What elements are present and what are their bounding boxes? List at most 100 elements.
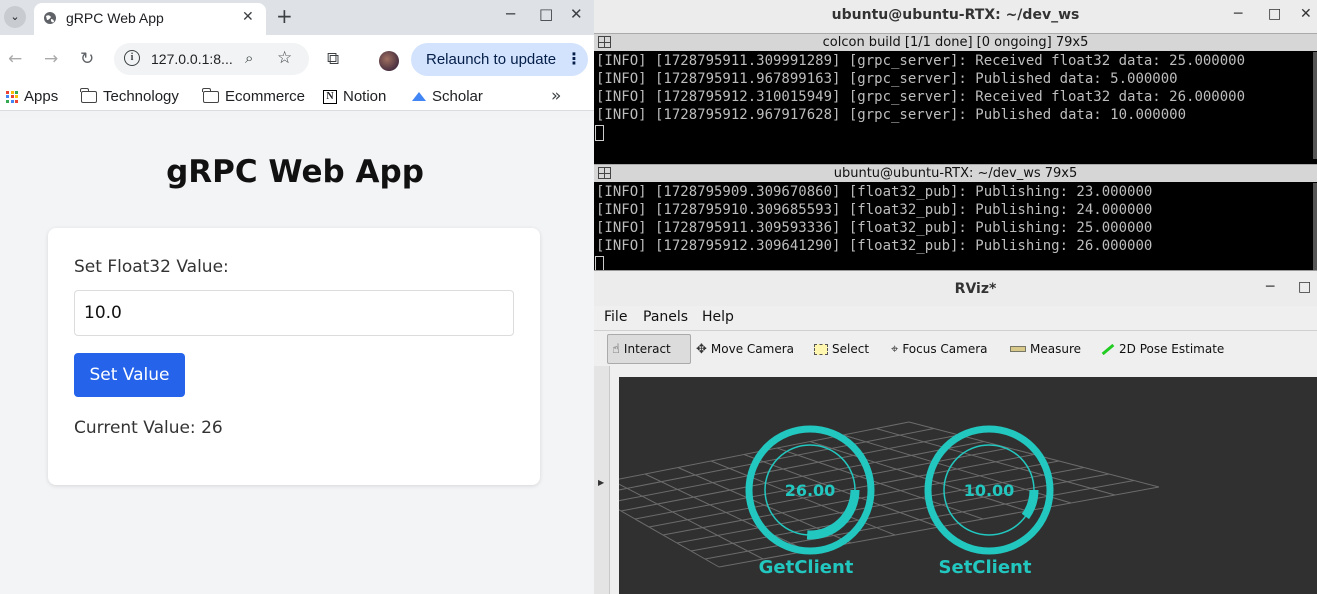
log-line: [INFO] [1728795909.309670860] [float32_p… xyxy=(596,184,1153,200)
folder-icon xyxy=(202,87,219,103)
back-icon[interactable]: ← xyxy=(8,49,22,69)
site-info-icon[interactable]: i xyxy=(124,50,140,66)
bookmark-label: Technology xyxy=(103,88,179,105)
browser-toolbar: ← → ↻ i 127.0.0.1:8... ⌕ ☆ ⧉ Relaunch to… xyxy=(0,35,594,83)
pane-title: ubuntu@ubuntu-RTX: ~/dev_ws 79x5 xyxy=(833,166,1078,181)
browser-window: ⌄ gRPC Web App ✕ + ─ □ ✕ ← → ↻ i 127.0.0… xyxy=(0,0,594,594)
menu-bar: File Panels Help xyxy=(594,306,1317,330)
gauge-value-label: 26.00 xyxy=(785,481,836,500)
set-value-button[interactable]: Set Value xyxy=(74,353,185,397)
maximize-icon[interactable]: □ xyxy=(1298,279,1311,295)
tool-label: Focus Camera xyxy=(902,342,988,356)
browser-tab[interactable]: gRPC Web App ✕ xyxy=(34,3,266,35)
tool-select[interactable]: Select xyxy=(810,334,873,364)
rviz-titlebar: RViz* ─ □ xyxy=(594,270,1317,306)
viewport-scene: 26.00 GetClient 10.00 SetClient xyxy=(619,421,1160,578)
tool-label: Select xyxy=(832,342,870,356)
pane-titlebar: ubuntu@ubuntu-RTX: ~/dev_ws 79x5 xyxy=(594,164,1317,182)
bookmark-label: Apps xyxy=(24,88,59,105)
forward-icon[interactable]: → xyxy=(44,49,58,69)
menu-help[interactable]: Help xyxy=(702,309,734,325)
apps-grid-icon xyxy=(6,90,18,103)
3d-viewport[interactable]: 26.00 GetClient 10.00 SetClient xyxy=(619,377,1317,594)
tool-label: Interact xyxy=(623,342,671,356)
value-card: Set Float32 Value: Set Value Current Val… xyxy=(48,228,540,485)
terminal-cursor xyxy=(595,125,604,141)
maximize-icon[interactable]: □ xyxy=(539,5,553,23)
chevron-down-icon[interactable]: ⌄ xyxy=(4,6,26,28)
bookmark-label: Ecommerce xyxy=(225,88,306,105)
tool-2d-pose-estimate[interactable]: 2D Pose Estimate xyxy=(1097,334,1228,364)
maximize-icon[interactable]: □ xyxy=(1268,6,1281,22)
bookmarks-bar: Apps Technology Ecommerce N Notion Schol… xyxy=(0,83,594,111)
select-box-icon xyxy=(814,343,828,355)
tool-focus-camera[interactable]: ⌖ Focus Camera xyxy=(887,334,992,364)
close-icon[interactable]: ✕ xyxy=(242,9,254,25)
chevron-right-icon[interactable]: ▶ xyxy=(598,478,604,487)
more-vert-icon[interactable]: ⋮ xyxy=(566,49,582,68)
log-line: [INFO] [1728795912.309641290] [float32_p… xyxy=(596,238,1153,254)
menu-file[interactable]: File xyxy=(604,309,627,325)
desktop: ⌄ gRPC Web App ✕ + ─ □ ✕ ← → ↻ i 127.0.0… xyxy=(0,0,1317,594)
folder-icon xyxy=(80,87,97,103)
scrollbar[interactable] xyxy=(1313,52,1317,159)
tool-interact[interactable]: ☝ Interact xyxy=(607,334,691,364)
minimize-icon[interactable]: ─ xyxy=(1234,6,1242,22)
float32-input[interactable] xyxy=(74,290,514,336)
relaunch-label: Relaunch to update xyxy=(426,51,557,68)
zoom-icon[interactable]: ⌕ xyxy=(245,49,253,67)
tool-move-camera[interactable]: ✥ Move Camera xyxy=(692,334,798,364)
tab-title: gRPC Web App xyxy=(66,10,164,26)
new-tab-icon[interactable]: + xyxy=(276,4,293,28)
terminal-titlebar: ubuntu@ubuntu-RTX: ~/dev_ws ─ □ ✕ xyxy=(594,0,1317,33)
tool-label: 2D Pose Estimate xyxy=(1119,342,1225,356)
chevron-double-right-icon[interactable]: » xyxy=(551,86,561,106)
page-title: gRPC Web App xyxy=(166,154,424,190)
bookmark-technology[interactable]: Technology xyxy=(80,87,179,105)
close-window-icon[interactable]: ✕ xyxy=(1300,6,1312,22)
log-line: [INFO] [1728795911.309593336] [float32_p… xyxy=(596,220,1153,236)
grid-line xyxy=(809,441,1028,512)
pane-titlebar: colcon build [1/1 done] [0 ongoing] 79x5 xyxy=(594,33,1317,51)
log-line: [INFO] [1728795912.310015949] [grpc_serv… xyxy=(596,89,1246,105)
bookmark-ecommerce[interactable]: Ecommerce xyxy=(202,87,306,105)
bookmark-apps[interactable]: Apps xyxy=(6,88,58,105)
scrollbar[interactable] xyxy=(1313,183,1317,270)
close-window-icon[interactable]: ✕ xyxy=(570,5,583,23)
avatar[interactable] xyxy=(379,51,399,71)
tool-label: Measure xyxy=(1030,342,1081,356)
panel-collapse-bar[interactable]: ▶ xyxy=(594,366,610,594)
terminal-title: ubuntu@ubuntu-RTX: ~/dev_ws xyxy=(831,7,1080,23)
bookmark-notion[interactable]: N Notion xyxy=(323,88,386,105)
gauge-name-label: SetClient xyxy=(939,557,1032,578)
tool-measure[interactable]: Measure xyxy=(1006,334,1085,364)
pane-title: colcon build [1/1 done] [0 ongoing] 79x5 xyxy=(822,35,1089,50)
web-page: gRPC Web App Set Float32 Value: Set Valu… xyxy=(0,118,594,594)
minimize-icon[interactable]: ─ xyxy=(506,5,515,23)
log-line: [INFO] [1728795912.967917628] [grpc_serv… xyxy=(596,107,1187,123)
ruler-icon xyxy=(1010,346,1026,352)
ground-grid xyxy=(619,421,1160,568)
extensions-icon[interactable]: ⧉ xyxy=(327,49,339,69)
star-icon[interactable]: ☆ xyxy=(277,48,292,68)
tool-label: Move Camera xyxy=(710,342,794,356)
relaunch-button[interactable]: Relaunch to update ⋮ xyxy=(411,43,588,76)
rviz-toolbar: ☝ Interact ✥ Move Camera Select ⌖ Focus … xyxy=(594,330,1317,366)
url-text: 127.0.0.1:8... xyxy=(151,51,233,67)
minimize-icon[interactable]: ─ xyxy=(1266,279,1274,295)
reload-icon[interactable]: ↻ xyxy=(80,49,94,69)
log-line: [INFO] [1728795911.967899163] [grpc_serv… xyxy=(596,71,1178,87)
terminal-pane[interactable]: [INFO] [1728795909.309670860] [float32_p… xyxy=(594,183,1313,272)
menu-panels[interactable]: Panels xyxy=(643,309,688,325)
log-line: [INFO] [1728795911.309991289] [grpc_serv… xyxy=(596,53,1246,69)
bookmark-label: Notion xyxy=(343,88,387,105)
globe-icon xyxy=(44,12,56,24)
bookmark-scholar[interactable]: Scholar xyxy=(412,88,483,105)
current-value-text: Current Value: 26 xyxy=(74,418,223,438)
terminal-window: ubuntu@ubuntu-RTX: ~/dev_ws ─ □ ✕ colcon… xyxy=(594,0,1317,272)
terminal-pane[interactable]: [INFO] [1728795911.309991289] [grpc_serv… xyxy=(594,52,1313,159)
scholar-icon xyxy=(412,92,426,101)
input-label: Set Float32 Value: xyxy=(74,257,229,277)
log-line: [INFO] [1728795910.309685593] [float32_p… xyxy=(596,202,1153,218)
address-bar[interactable]: i 127.0.0.1:8... ⌕ ☆ xyxy=(114,43,309,75)
